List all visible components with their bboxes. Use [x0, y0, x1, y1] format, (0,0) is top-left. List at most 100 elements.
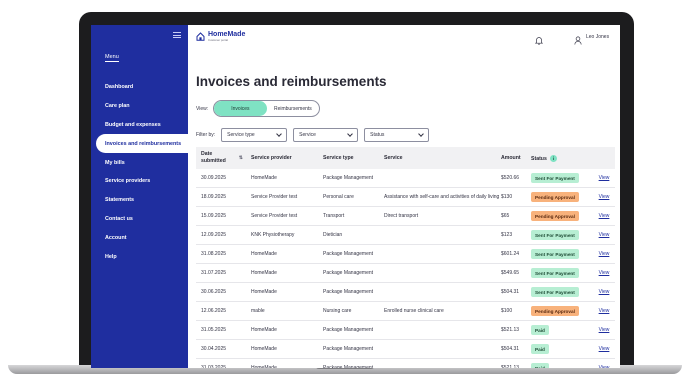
cell-service: Enrolled nurse clinical care: [384, 307, 444, 314]
cell-date: 31.05.2025: [201, 327, 227, 333]
view-link[interactable]: View: [593, 175, 615, 181]
status-badge: Paid: [531, 344, 549, 354]
chevron-down-icon: [276, 131, 283, 137]
status-badge: Sent For Payment: [531, 249, 579, 259]
table-row: 30.09.2025 HomeMade Package Management $520…: [196, 169, 615, 188]
table-row: 31.08.2025 HomeMade Package Management $601…: [196, 245, 615, 264]
sidebar-item-account[interactable]: Account: [91, 228, 188, 247]
view-link[interactable]: View: [593, 232, 615, 238]
cell-date: 12.09.2025: [201, 232, 227, 238]
cell-date: 31.07.2025: [201, 270, 227, 276]
table-row: 15.09.2025 Service Provider test Transport…: [196, 207, 615, 226]
sidebar-item-dashboard[interactable]: Dashboard: [91, 78, 188, 97]
cell-date: 15.09.2025: [201, 213, 227, 219]
view-label: View:: [196, 105, 209, 112]
filter-service-type-select[interactable]: Service type: [221, 128, 288, 142]
table-row: 30.06.2025 HomeMade Package Management $504…: [196, 283, 615, 302]
cell-status: Sent For Payment: [531, 173, 593, 183]
cell-date: 30.06.2025: [201, 289, 227, 295]
filter-row: Filter by: Service type Service Status: [196, 128, 430, 142]
view-link[interactable]: View: [593, 213, 615, 219]
cell-amount: $504.31: [501, 346, 520, 352]
cell-service-type: Transport: [323, 212, 345, 219]
cell-service-type: Package Management: [323, 250, 374, 257]
status-badge: Pending Approval: [531, 306, 579, 316]
view-link[interactable]: View: [593, 365, 615, 368]
info-icon[interactable]: i: [549, 154, 557, 162]
status-badge: Pending Approval: [531, 192, 579, 202]
view-link[interactable]: View: [593, 194, 615, 200]
filter-status-value: Status: [370, 132, 385, 138]
cell-amount: $123: [501, 232, 513, 238]
view-link[interactable]: View: [593, 327, 615, 333]
filter-service-select[interactable]: Service: [293, 128, 359, 142]
cell-service: Direct transport: [384, 212, 419, 219]
sidebar-item-statements[interactable]: Statements: [91, 191, 188, 210]
header-amount: Amount: [501, 155, 521, 161]
cell-service-provider: mable: [251, 308, 265, 314]
view-link[interactable]: View: [593, 251, 615, 257]
sidebar: Menu Dashboard Care plan Budget and expens…: [91, 25, 188, 368]
user-icon[interactable]: [574, 32, 582, 45]
header-status-label: Status: [531, 155, 547, 162]
main-content: HomeMade Customer portal Leo Jones Invoi…: [188, 25, 620, 368]
cell-service-provider: HomeMade: [251, 270, 277, 276]
cell-status: Sent For Payment: [531, 230, 593, 240]
view-option-reimbursements[interactable]: Reimbursements: [267, 101, 320, 116]
filter-service-type-value: Service type: [227, 132, 255, 138]
status-badge: Paid: [531, 363, 549, 368]
table-header: Date submitted ⇅ Service provider Servic…: [196, 147, 615, 169]
brand-tagline: Customer portal: [208, 38, 228, 42]
header-date-label: Date submitted: [201, 150, 226, 164]
table-row: 31.05.2025 HomeMade Package Management $521…: [196, 321, 615, 340]
sort-icon[interactable]: ⇅: [239, 155, 243, 162]
cell-service-type: Package Management: [323, 345, 374, 352]
user-name[interactable]: Leo Jones: [586, 34, 609, 40]
view-link[interactable]: View: [593, 270, 615, 276]
sidebar-item-budget-and-expenses[interactable]: Budget and expenses: [91, 116, 188, 135]
sidebar-item-contact-us[interactable]: Contact us: [91, 210, 188, 229]
status-badge: Sent For Payment: [531, 230, 579, 240]
stage: Menu Dashboard Care plan Budget and expens…: [0, 0, 690, 376]
cell-date: 30.04.2025: [201, 346, 227, 352]
table-row: 31.03.2025 HomeMade Package Management $521…: [196, 359, 615, 368]
cell-amount: $65: [501, 213, 510, 219]
sidebar-item-invoices-and-reimbursements[interactable]: Invoices and reimbursements: [96, 134, 188, 154]
chevron-down-icon: [347, 131, 354, 137]
brand-logo[interactable]: HomeMade Customer portal: [196, 31, 245, 42]
header-service: Service: [384, 155, 403, 161]
cell-status: Pending Approval: [531, 211, 593, 221]
menu-toggle-icon[interactable]: [173, 32, 181, 38]
filter-status-select[interactable]: Status: [364, 128, 430, 142]
view-option-invoices[interactable]: Invoices: [214, 101, 267, 116]
table-row: 31.07.2025 HomeMade Package Management $549…: [196, 264, 615, 283]
cell-service-type: Personal care: [323, 193, 354, 200]
cell-service-type: Package Management: [323, 288, 374, 295]
cell-amount: $520.66: [501, 175, 520, 181]
view-toggle: Invoices Reimbursements: [213, 100, 321, 117]
sidebar-item-care-plan[interactable]: Care plan: [91, 97, 188, 116]
cell-service-type: Package Management: [323, 269, 374, 276]
cell-amount: $521.13: [501, 365, 520, 368]
cell-amount: $504.31: [501, 289, 520, 295]
sidebar-item-help[interactable]: Help: [91, 247, 188, 266]
app-screen: Menu Dashboard Care plan Budget and expens…: [91, 25, 620, 368]
header-service-type: Service type: [323, 155, 354, 161]
table-row: 12.06.2025 mable Nursing care Enrolled nurs…: [196, 302, 615, 321]
cell-date: 30.09.2025: [201, 175, 227, 181]
cell-service-type: Package Management: [323, 174, 374, 181]
cell-service-type: Package Management: [323, 326, 374, 333]
sidebar-item-service-providers[interactable]: Service providers: [91, 172, 188, 191]
cell-amount: $549.65: [501, 270, 520, 276]
cell-date: 31.03.2025: [201, 365, 227, 368]
bell-icon[interactable]: [534, 32, 544, 45]
view-link[interactable]: View: [593, 289, 615, 295]
status-badge: Sent For Payment: [531, 287, 579, 297]
header-date-submitted[interactable]: Date submitted ⇅: [196, 151, 251, 165]
view-link[interactable]: View: [593, 308, 615, 314]
status-badge: Pending Approval: [531, 211, 579, 221]
table-row: 12.09.2025 KNK Physiotherapy Dietician $123…: [196, 226, 615, 245]
page-title: Invoices and reimbursements: [196, 74, 387, 89]
view-link[interactable]: View: [593, 346, 615, 352]
sidebar-item-my-bills[interactable]: My bills: [91, 153, 188, 172]
